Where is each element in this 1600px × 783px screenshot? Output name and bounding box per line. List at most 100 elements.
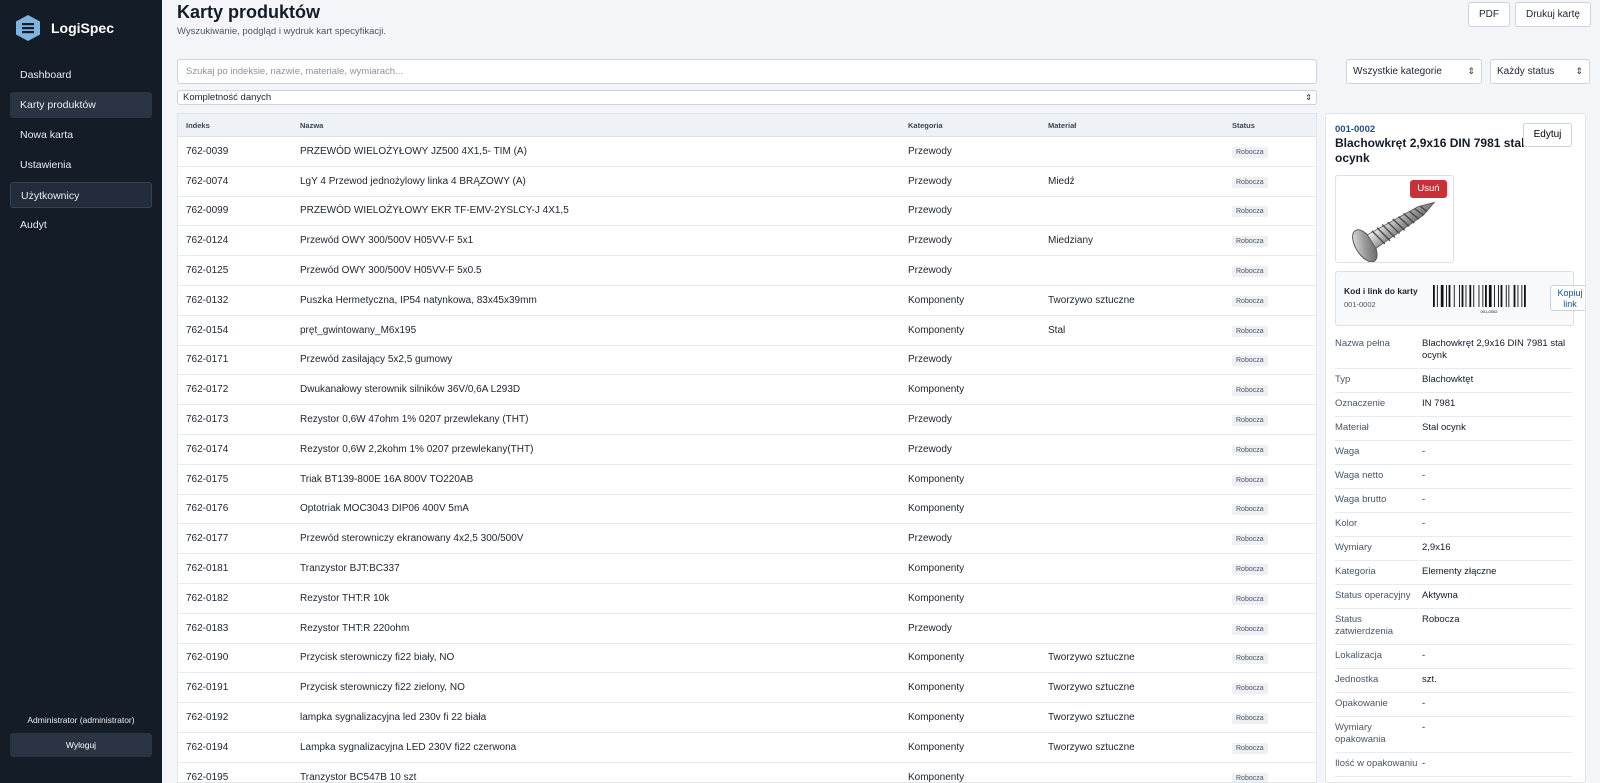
col-header-index[interactable]: Indeks [178,121,293,130]
table-row[interactable]: 762-0099 PRZEWÓD WIELOŻYŁOWY EKR TF-EMV-2… [178,197,1316,227]
status-badge: Robocza [1232,355,1268,367]
cell-name: LgY 4 Przewod jednożylowy linka 4 BRĄZOW… [300,175,526,187]
cell-name: Tranzystor BC547B 10 szt [300,771,417,783]
table-row[interactable]: 762-0191 Przycisk sterowniczy fi22 zielon… [178,673,1316,704]
completeness-select[interactable]: Kompletność danych ⇕ [177,90,1317,105]
property-row: Status operacyjny Aktywna [1335,585,1572,609]
cell-category: Komponenty [908,294,965,306]
property-value: Stal ocynk [1422,422,1466,433]
cell-status: Robocza [1232,711,1312,725]
status-select[interactable]: Każdy status ⇕ [1490,59,1590,84]
category-select[interactable]: Wszystkie kategorie ⇕ [1346,59,1482,84]
property-value: Aktywna [1422,590,1458,601]
cell-category: Przewody [908,265,952,277]
status-badge: Robocza [1232,385,1268,397]
cell-index: 762-0192 [186,712,229,724]
sidebar-item-nowa-karta[interactable]: Nowa karta [10,122,152,148]
col-header-material[interactable]: Materiał [1048,121,1232,130]
sidebar-item-audyt[interactable]: Audyt [10,212,152,238]
property-value: IN 7981 [1422,398,1456,409]
sidebar-item-karty-produktow[interactable]: Karty produktów [10,92,152,118]
property-label: Waga netto [1335,470,1384,481]
table-row[interactable]: 762-0039 PRZEWÓD WIELOŻYŁOWY JZ500 4X1,5-… [178,137,1316,167]
table-row[interactable]: 762-0171 Przewód zasilający 5x2,5 gumowy P… [178,346,1316,376]
status-badge: Robocza [1232,236,1268,248]
products-table: Indeks Nazwa Kategoria Materiał Status 7… [177,113,1317,783]
status-badge: Robocza [1232,474,1268,486]
cell-category: Przewody [908,533,952,545]
property-row: Typ Blachowktęt [1335,369,1572,393]
delete-button[interactable]: Usuń [1410,180,1447,198]
brand[interactable]: LogiSpec [0,0,162,56]
cell-index: 762-0194 [186,741,229,753]
property-label: Waga [1335,446,1360,457]
property-label: Oznaczenie [1335,398,1386,409]
col-header-name[interactable]: Nazwa [293,121,908,130]
search-input[interactable]: Szukaj po indeksie, nazwie, materiale, w… [177,59,1317,84]
table-row[interactable]: 762-0176 Optotriak MOC3043 DIP06 400V 5mA… [178,495,1316,525]
cell-index: 762-0183 [186,622,229,634]
table-row[interactable]: 762-0192 lampka sygnalizacyjna led 230v f… [178,703,1316,733]
cell-status: Robocza [1232,383,1312,397]
qr-link-box: Kod i link do karty 001-0002 001-0002 Ko… [1335,271,1585,326]
logout-button[interactable]: Wyloguj [10,733,152,757]
detail-title: Blachowkręt 2,9x16 DIN 7981 stal ocynk [1335,136,1525,165]
cell-index: 762-0181 [186,563,229,575]
cell-name: Puszka Hermetyczna, IP54 natynkowa, 83x4… [300,294,537,306]
status-badge: Robocza [1232,593,1268,605]
status-badge: Robocza [1232,504,1268,516]
table-row[interactable]: 762-0154 pręt_gwintowany_M6x195 Komponenty… [178,316,1316,346]
status-badge: Robocza [1232,742,1268,754]
cell-index: 762-0124 [186,235,229,247]
sidebar-item-uzytkownicy[interactable]: Użytkownicy [10,182,152,208]
status-badge: Robocza [1232,266,1268,278]
property-label: Materiał [1335,422,1369,433]
cell-category: Przewody [908,622,952,634]
table-row[interactable]: 762-0175 Triak BT139-800E 16A 800V TO220A… [178,465,1316,495]
barcode-bar [1469,285,1472,307]
table-row[interactable]: 762-0182 Rezystor THT:R 10k Komponenty Robo… [178,584,1316,614]
detail-index: 001-0002 [1335,124,1376,135]
copy-link-button[interactable]: Kopiuj link [1550,285,1585,311]
table-row[interactable]: 762-0194 Lampka sygnalizacyjna LED 230V f… [178,733,1316,763]
edit-button[interactable]: Edytuj [1523,123,1572,147]
col-header-status[interactable]: Status [1232,121,1312,130]
property-value: - [1422,470,1426,481]
table-row[interactable]: 762-0181 Tranzystor BJT:BC337 Komponenty Ro… [178,554,1316,584]
property-label: Jednostka [1335,674,1379,685]
table-row[interactable]: 762-0177 Przewód sterowniczy ekranowany 4… [178,524,1316,555]
print-card-button[interactable]: Drukuj kartę [1515,2,1591,27]
property-row: Waga brutto - [1335,489,1572,513]
table-row[interactable]: 762-0195 Tranzystor BC547B 10 szt Komponen… [178,763,1316,783]
cell-material: Tworzywo sztuczne [1048,294,1135,306]
table-row[interactable]: 762-0074 LgY 4 Przewod jednożylowy linka … [178,167,1316,197]
main-content: Karty produktów Wyszukiwanie, podgląd i … [162,0,1600,783]
table-row[interactable]: 762-0183 Rezystor THT:R 220ohm Przewody Rob… [178,614,1316,644]
cell-status: Robocza [1232,264,1312,278]
cell-material: Tworzywo sztuczne [1048,682,1135,694]
table-row[interactable]: 762-0125 Przewód OWY 300/500V H05VV-F 5x0… [178,256,1316,286]
cell-status: Robocza [1232,741,1312,754]
table-row[interactable]: 762-0132 Puszka Hermetyczna, IP54 natynko… [178,286,1316,316]
table-row[interactable]: 762-0173 Rezystor 0,6W 47ohm 1% 0207 prze… [178,405,1316,435]
table-row[interactable]: 762-0124 Przewód OWY 300/500V H05VV-F 5x1… [178,226,1316,257]
sidebar-item-dashboard[interactable]: Dashboard [10,62,152,88]
property-row: Waga netto - [1335,465,1572,489]
status-badge: Robocza [1232,772,1268,782]
table-row[interactable]: 762-0174 Rezystor 0,6W 2,2kohm 1% 0207 pr… [178,435,1316,465]
cell-index: 762-0173 [186,414,229,426]
cell-category: Komponenty [908,563,965,575]
sidebar-item-ustawienia[interactable]: Ustawienia [10,152,152,178]
cell-category: Komponenty [908,473,965,485]
status-badge: Robocza [1232,653,1268,665]
cell-status: Robocza [1232,443,1312,456]
col-header-category[interactable]: Kategoria [908,121,1048,130]
table-row[interactable]: 762-0190 Przycisk sterowniczy fi22 biały,… [178,644,1316,674]
cell-index: 762-0132 [186,294,229,306]
barcode-bar [1440,285,1444,307]
cell-index: 762-0195 [186,771,229,783]
cell-index: 762-0174 [186,443,229,455]
qr-title: Kod i link do karty [1344,286,1418,296]
table-row[interactable]: 762-0172 Dwukanałowy sterownik silników 3… [178,375,1316,406]
pdf-button[interactable]: PDF [1468,2,1510,27]
